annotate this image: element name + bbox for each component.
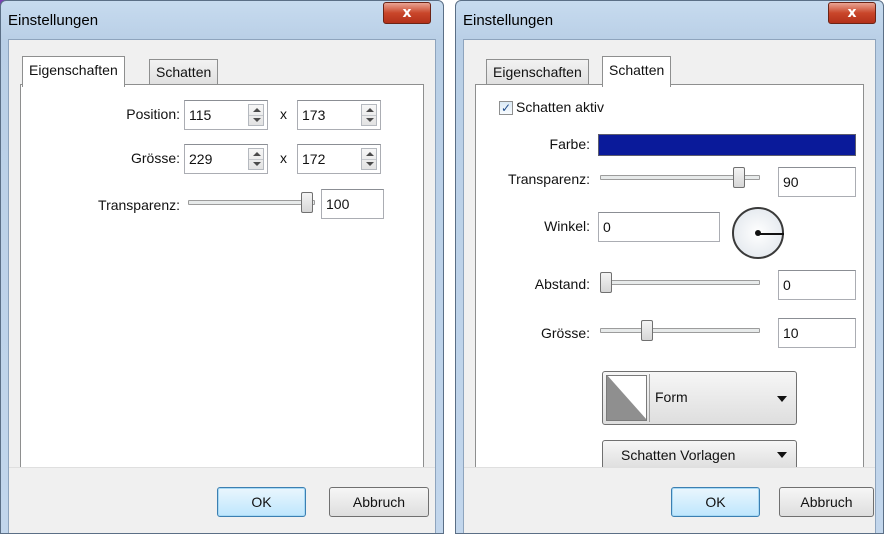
angle-dial-icon[interactable] bbox=[732, 207, 784, 259]
distance-slider-track[interactable] bbox=[600, 280, 760, 285]
position-y-value: 173 bbox=[302, 107, 326, 123]
size-width-value: 229 bbox=[189, 151, 213, 167]
tab-label: Schatten bbox=[609, 62, 665, 78]
dialog-title: Einstellungen bbox=[463, 12, 554, 29]
size-width-field[interactable]: 229 bbox=[184, 144, 268, 174]
tab-panel-shadow: ✓ Schatten aktiv Farbe: Transparenz: 90 … bbox=[475, 84, 864, 479]
size-slider-track[interactable] bbox=[600, 328, 760, 333]
ok-label: OK bbox=[705, 494, 726, 510]
color-label: Farbe: bbox=[549, 136, 590, 152]
cancel-label: Abbruch bbox=[800, 494, 853, 510]
distance-value: 0 bbox=[783, 277, 791, 293]
chevron-down-icon bbox=[777, 396, 787, 402]
close-button[interactable]: x bbox=[383, 2, 431, 24]
position-x-field[interactable]: 115 bbox=[184, 100, 268, 130]
close-icon: x bbox=[402, 5, 412, 21]
angle-field[interactable]: 0 bbox=[598, 212, 720, 242]
shape-triangle-icon bbox=[606, 375, 647, 421]
transparency-value: 100 bbox=[326, 196, 350, 212]
chevron-down-icon bbox=[777, 452, 787, 458]
position-label: Position: bbox=[126, 106, 180, 122]
cancel-button[interactable]: Abbruch bbox=[329, 487, 429, 517]
transparency-field[interactable]: 90 bbox=[778, 167, 856, 197]
transparency-slider-track[interactable] bbox=[188, 200, 315, 205]
tab-schatten[interactable]: Schatten bbox=[602, 56, 672, 87]
dialog-button-bar: OK Abbruch bbox=[9, 467, 435, 533]
tab-label: Schatten bbox=[156, 64, 212, 80]
close-button[interactable]: x bbox=[828, 2, 876, 24]
transparency-label: Transparenz: bbox=[508, 171, 590, 187]
size-height-field[interactable]: 172 bbox=[297, 144, 381, 174]
size-value: 10 bbox=[783, 325, 799, 341]
shadow-active-label: Schatten aktiv bbox=[516, 99, 604, 115]
tab-panel-properties: Position: 115 x 173 Grösse: 229 x 172 Tr… bbox=[20, 84, 424, 479]
angle-label: Winkel: bbox=[544, 218, 590, 234]
distance-label: Abstand: bbox=[534, 276, 590, 292]
form-dropdown[interactable]: Form bbox=[602, 371, 797, 425]
position-y-field[interactable]: 173 bbox=[297, 100, 381, 130]
shadow-presets-dropdown[interactable]: Schatten Vorlagen bbox=[602, 440, 797, 470]
tab-eigenschaften[interactable]: Eigenschaften bbox=[486, 59, 589, 84]
spinner-arrows-icon[interactable] bbox=[361, 104, 377, 126]
spinner-arrows-icon[interactable] bbox=[248, 104, 264, 126]
cancel-label: Abbruch bbox=[352, 494, 406, 510]
tab-label: Eigenschaften bbox=[493, 64, 582, 80]
dialog-title: Einstellungen bbox=[8, 12, 99, 29]
transparency-label: Transparenz: bbox=[98, 197, 180, 213]
shadow-presets-label: Schatten Vorlagen bbox=[621, 447, 736, 463]
settings-dialog-shadow: Einstellungen x Eigenschaften Schatten ✓… bbox=[455, 0, 884, 534]
form-label: Form bbox=[655, 389, 688, 405]
position-x-value: 115 bbox=[189, 107, 212, 123]
settings-dialog-properties: Einstellungen x Eigenschaften Schatten P… bbox=[0, 0, 444, 534]
size-label: Grösse: bbox=[130, 150, 180, 166]
tab-schatten[interactable]: Schatten bbox=[149, 59, 219, 84]
dialog-button-bar: OK Abbruch bbox=[464, 467, 875, 533]
tab-eigenschaften[interactable]: Eigenschaften bbox=[22, 56, 125, 87]
color-swatch[interactable] bbox=[598, 134, 856, 156]
cancel-button[interactable]: Abbruch bbox=[779, 487, 874, 517]
checkmark-icon: ✓ bbox=[500, 101, 512, 115]
size-field[interactable]: 10 bbox=[778, 318, 856, 348]
size-slider-thumb[interactable] bbox=[641, 320, 653, 341]
shadow-active-checkbox[interactable]: ✓ bbox=[499, 101, 513, 115]
transparency-slider-thumb[interactable] bbox=[733, 167, 745, 188]
spinner-arrows-icon[interactable] bbox=[248, 148, 264, 170]
close-icon: x bbox=[847, 5, 857, 21]
transparency-slider-thumb[interactable] bbox=[301, 192, 313, 213]
dialog-client-area: Eigenschaften Schatten Position: 115 x 1… bbox=[8, 39, 436, 533]
spinner-arrows-icon[interactable] bbox=[361, 148, 377, 170]
ok-button[interactable]: OK bbox=[217, 487, 306, 517]
distance-field[interactable]: 0 bbox=[778, 270, 856, 300]
transparency-value: 90 bbox=[783, 174, 799, 190]
angle-value: 0 bbox=[603, 219, 611, 235]
size-label: Grösse: bbox=[540, 325, 590, 341]
distance-slider-thumb[interactable] bbox=[600, 272, 612, 293]
separator-x: x bbox=[280, 106, 287, 122]
dialog-client-area: Eigenschaften Schatten ✓ Schatten aktiv … bbox=[463, 39, 876, 533]
separator-x: x bbox=[280, 150, 287, 166]
tab-label: Eigenschaften bbox=[29, 62, 118, 78]
ok-button[interactable]: OK bbox=[671, 487, 760, 517]
transparency-field[interactable]: 100 bbox=[321, 189, 384, 219]
size-height-value: 172 bbox=[302, 151, 326, 167]
ok-label: OK bbox=[251, 494, 272, 510]
